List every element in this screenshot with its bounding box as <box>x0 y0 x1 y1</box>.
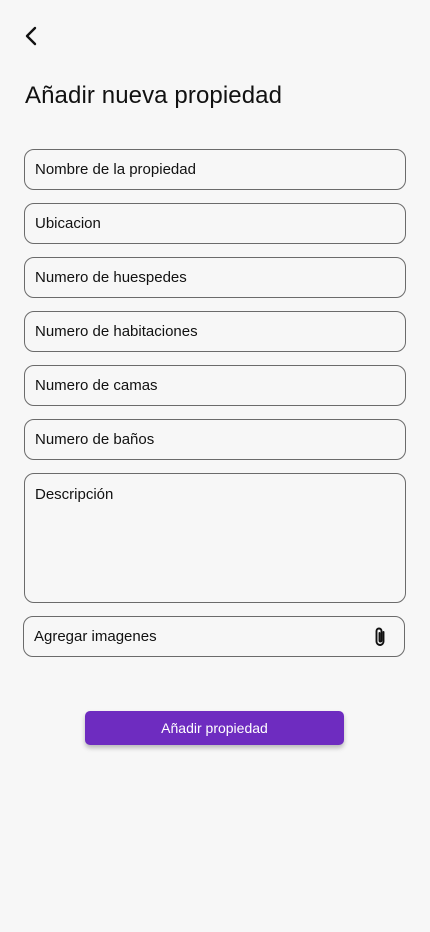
add-images-label: Agregar imagenes <box>34 628 157 645</box>
page-title: Añadir nueva propiedad <box>25 82 283 109</box>
guests-input[interactable] <box>24 257 406 298</box>
chevron-left-icon <box>25 26 37 46</box>
bathrooms-input[interactable] <box>24 419 406 460</box>
add-images-field[interactable]: Agregar imagenes <box>23 616 405 657</box>
rooms-input[interactable] <box>24 311 406 352</box>
beds-input[interactable] <box>24 365 406 406</box>
paperclip-icon[interactable] <box>369 626 391 648</box>
add-property-screen: Añadir nueva propiedad Agregar imagenes … <box>0 0 430 932</box>
location-input[interactable] <box>24 203 406 244</box>
back-button[interactable] <box>18 22 46 50</box>
add-property-button[interactable]: Añadir propiedad <box>85 711 344 745</box>
property-name-input[interactable] <box>24 149 406 190</box>
description-textarea[interactable] <box>24 473 406 603</box>
